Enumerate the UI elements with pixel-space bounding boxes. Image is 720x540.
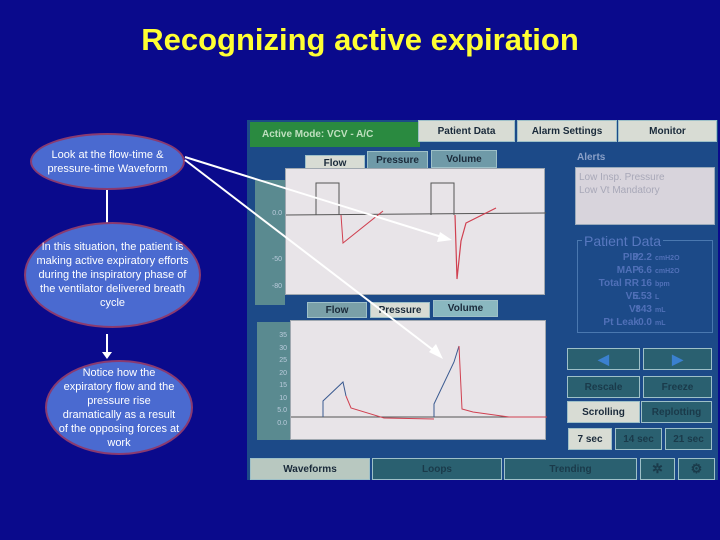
pointer-arrows [184, 156, 452, 359]
arrow-to-pressure [184, 159, 438, 354]
arrowhead-icon [429, 344, 443, 359]
arrowhead-icon [437, 232, 452, 242]
arrow-to-flow [184, 156, 446, 239]
